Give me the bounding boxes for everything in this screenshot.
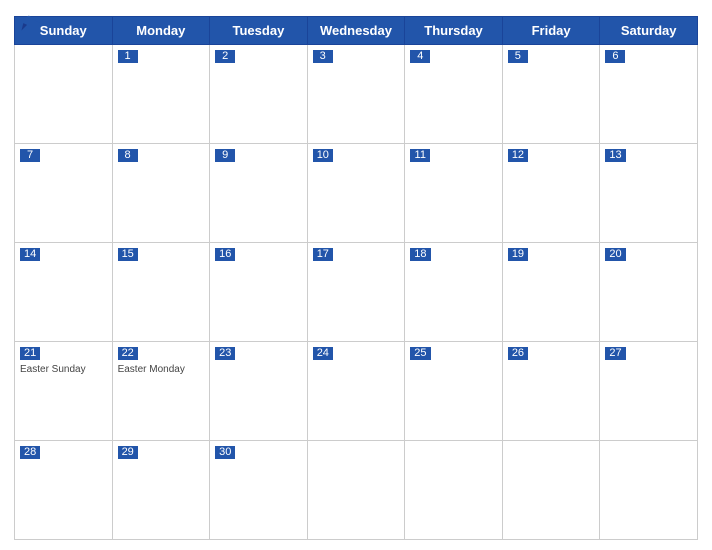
calendar-cell: 21 Easter Sunday	[15, 342, 113, 441]
calendar-cell: 7	[15, 144, 113, 243]
calendar-cell: 9	[210, 144, 308, 243]
calendar-cell: 5	[502, 45, 600, 144]
date-number: 6	[605, 50, 625, 63]
week-row-4: 21 Easter Sunday 22 Easter Monday 23 24 25 26 27	[15, 342, 698, 441]
date-number: 25	[410, 347, 430, 360]
calendar-cell: 8	[112, 144, 210, 243]
date-number: 14	[20, 248, 40, 261]
calendar-cell: 2	[210, 45, 308, 144]
weekday-header-tuesday: Tuesday	[210, 17, 308, 45]
week-row-2: 7 8 9 10 11 12 13	[15, 144, 698, 243]
date-number: 19	[508, 248, 528, 261]
calendar-cell: 28	[15, 441, 113, 540]
date-number: 24	[313, 347, 333, 360]
calendar-cell: 30	[210, 441, 308, 540]
date-number: 17	[313, 248, 333, 261]
weekday-header-friday: Friday	[502, 17, 600, 45]
calendar-cell: 6	[600, 45, 698, 144]
date-number: 12	[508, 149, 528, 162]
date-number: 22	[118, 347, 138, 360]
calendar-cell: 29	[112, 441, 210, 540]
date-number: 15	[118, 248, 138, 261]
date-number: 10	[313, 149, 333, 162]
calendar-cell	[15, 45, 113, 144]
calendar-cell: 15	[112, 243, 210, 342]
weekday-header-thursday: Thursday	[405, 17, 503, 45]
date-number: 20	[605, 248, 625, 261]
calendar-cell: 25	[405, 342, 503, 441]
calendar-cell: 14	[15, 243, 113, 342]
calendar-cell: 26	[502, 342, 600, 441]
weekday-header-monday: Monday	[112, 17, 210, 45]
date-number: 23	[215, 347, 235, 360]
date-number: 4	[410, 50, 430, 63]
calendar-cell: 4	[405, 45, 503, 144]
date-number: 9	[215, 149, 235, 162]
calendar-cell	[307, 441, 405, 540]
date-number: 18	[410, 248, 430, 261]
date-number: 13	[605, 149, 625, 162]
calendar-cell	[405, 441, 503, 540]
weekday-header-wednesday: Wednesday	[307, 17, 405, 45]
date-number: 30	[215, 446, 235, 459]
calendar-cell: 10	[307, 144, 405, 243]
date-number: 21	[20, 347, 40, 360]
week-row-1: 1 2 3 4 5 6	[15, 45, 698, 144]
calendar-cell: 16	[210, 243, 308, 342]
week-row-5: 28 29 30	[15, 441, 698, 540]
week-row-3: 14 15 16 17 18 19 20	[15, 243, 698, 342]
calendar-cell: 27	[600, 342, 698, 441]
weekday-header-saturday: Saturday	[600, 17, 698, 45]
calendar-page: SundayMondayTuesdayWednesdayThursdayFrid…	[0, 0, 712, 550]
calendar-cell	[502, 441, 600, 540]
calendar-cell: 12	[502, 144, 600, 243]
calendar-body: 123456789101112131415161718192021Easter …	[15, 45, 698, 540]
date-number: 29	[118, 446, 138, 459]
date-number: 2	[215, 50, 235, 63]
date-number: 26	[508, 347, 528, 360]
calendar-cell	[600, 441, 698, 540]
holiday-label: Easter Sunday	[20, 364, 107, 375]
date-number: 28	[20, 446, 40, 459]
logo	[14, 10, 45, 38]
date-number: 11	[410, 149, 430, 162]
calendar-cell: 23	[210, 342, 308, 441]
calendar-cell: 11	[405, 144, 503, 243]
date-number: 5	[508, 50, 528, 63]
calendar-cell: 17	[307, 243, 405, 342]
date-number: 8	[118, 149, 138, 162]
logo-bird-icon	[14, 10, 42, 38]
date-number: 3	[313, 50, 333, 63]
weekday-header-row: SundayMondayTuesdayWednesdayThursdayFrid…	[15, 17, 698, 45]
calendar-cell: 1	[112, 45, 210, 144]
calendar-table: SundayMondayTuesdayWednesdayThursdayFrid…	[14, 16, 698, 540]
holiday-label: Easter Monday	[118, 364, 205, 375]
calendar-cell: 13	[600, 144, 698, 243]
calendar-cell: 3	[307, 45, 405, 144]
date-number: 27	[605, 347, 625, 360]
date-number: 7	[20, 149, 40, 162]
calendar-cell: 24	[307, 342, 405, 441]
calendar-cell: 22 Easter Monday	[112, 342, 210, 441]
calendar-cell: 20	[600, 243, 698, 342]
date-number: 16	[215, 248, 235, 261]
calendar-cell: 18	[405, 243, 503, 342]
calendar-cell: 19	[502, 243, 600, 342]
date-number: 1	[118, 50, 138, 63]
